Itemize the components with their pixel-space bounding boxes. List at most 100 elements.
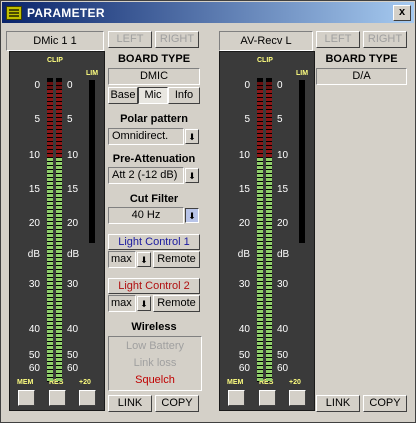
light-control-2-remote-button[interactable]: Remote [153,295,200,312]
meter-segment [56,218,62,221]
meter-segment [56,154,62,157]
meter-segment [257,330,263,333]
close-button[interactable]: x [393,5,411,21]
tab-info[interactable]: Info [168,87,200,104]
mem-button[interactable] [228,390,245,406]
mem-label: MEM [17,379,34,386]
meter-segment [257,370,263,373]
meter-tick-left: 30 [238,279,250,290]
window-title: PARAMETER [27,5,105,20]
meter-segment [266,250,272,253]
plus20-button[interactable] [289,390,306,406]
meter-segment [266,82,272,85]
meter-segment [56,326,62,329]
meter-tick-right: 0 [277,80,283,91]
meter-segment [266,238,272,241]
meter-segment [56,150,62,153]
left-channel-right-button[interactable]: RIGHT [155,31,199,48]
light-control-1-button[interactable]: Light Control 1 [108,234,200,250]
meter-segment [56,354,62,357]
meter-segment [56,362,62,365]
right-board-type-value: D/A [316,68,407,85]
meter-segment [257,218,263,221]
meter-segment [47,158,53,161]
meter-segment [266,126,272,129]
right-link-button[interactable]: LINK [316,395,360,412]
cut-filter-select[interactable]: 40 Hz [108,207,184,224]
meter-segment [266,174,272,177]
meter-segment [56,306,62,309]
meter-segment [47,130,53,133]
meter-segment [266,242,272,245]
light-control-2-dropdown-icon[interactable]: ⬇ [137,296,151,311]
meter-segment [56,250,62,253]
left-copy-button[interactable]: COPY [155,395,199,412]
mem-button[interactable] [18,390,35,406]
res-button[interactable] [49,390,66,406]
meter-segment [257,274,263,277]
meter-segment [47,222,53,225]
meter-segment [47,110,53,113]
meter-segment [56,98,62,101]
meter-segment [266,334,272,337]
light-control-2-mode[interactable]: max [108,295,136,312]
meter-tick-left: 0 [244,80,250,91]
pre-attenuation-dropdown-icon[interactable]: ⬇ [185,168,199,183]
meter-segment [257,198,263,201]
polar-pattern-select[interactable]: Omnidirect. [108,128,184,145]
meter-segment [47,350,53,353]
meter-segment [257,362,263,365]
meter-segment [257,246,263,249]
meter-segment [47,174,53,177]
meter-segment [56,202,62,205]
meter-segment [47,154,53,157]
meter-segment [266,206,272,209]
meter-segment [266,318,272,321]
meter-segment [266,234,272,237]
right-channel-right-button[interactable]: RIGHT [363,31,407,48]
polar-dropdown-icon[interactable]: ⬇ [185,129,199,144]
meter-segment [47,102,53,105]
meter-segment [266,90,272,93]
pre-attenuation-select[interactable]: Att 2 (-12 dB) [108,167,184,184]
light-control-1-dropdown-icon[interactable]: ⬇ [137,252,151,267]
left-channel-left-button[interactable]: LEFT [108,31,152,48]
meter-segment [47,98,53,101]
right-copy-button[interactable]: COPY [363,395,407,412]
meter-segment [56,110,62,113]
meter-segment [47,322,53,325]
meter-segment [266,102,272,105]
meter-segment [257,130,263,133]
light-control-2-button[interactable]: Light Control 2 [108,278,200,294]
title-bar[interactable]: PARAMETER x [2,2,414,23]
cut-filter-dropdown-icon[interactable]: ⬇ [185,208,199,223]
meter-tick-left: 0 [34,80,40,91]
left-link-button[interactable]: LINK [108,395,152,412]
low-battery-indicator: Low Battery [125,340,185,352]
light-control-1-remote-button[interactable]: Remote [153,251,200,268]
tab-base[interactable]: Base [108,87,138,104]
meter-segment [47,342,53,345]
meter-segment [56,310,62,313]
meter-tick-left: 50 [238,350,250,361]
meter-segment [47,178,53,181]
light-control-1-mode[interactable]: max [108,251,136,268]
meter-tick-left: 20 [238,218,250,229]
plus20-button[interactable] [79,390,96,406]
meter-segment [56,286,62,289]
meter-tick-right: 40 [277,324,289,335]
meter-segment [56,170,62,173]
meter-tick-left: 40 [28,324,40,335]
tab-mic[interactable]: Mic [138,87,168,104]
meter-tick-left: 5 [244,114,250,125]
meter-segment [266,194,272,197]
meter-segment [266,182,272,185]
meter-segment [257,214,263,217]
meter-segment [266,98,272,101]
meter-segment [257,142,263,145]
right-channel-left-button[interactable]: LEFT [316,31,360,48]
meter-segment [56,302,62,305]
res-button[interactable] [259,390,276,406]
meter-segment [47,302,53,305]
meter-segment [266,86,272,89]
